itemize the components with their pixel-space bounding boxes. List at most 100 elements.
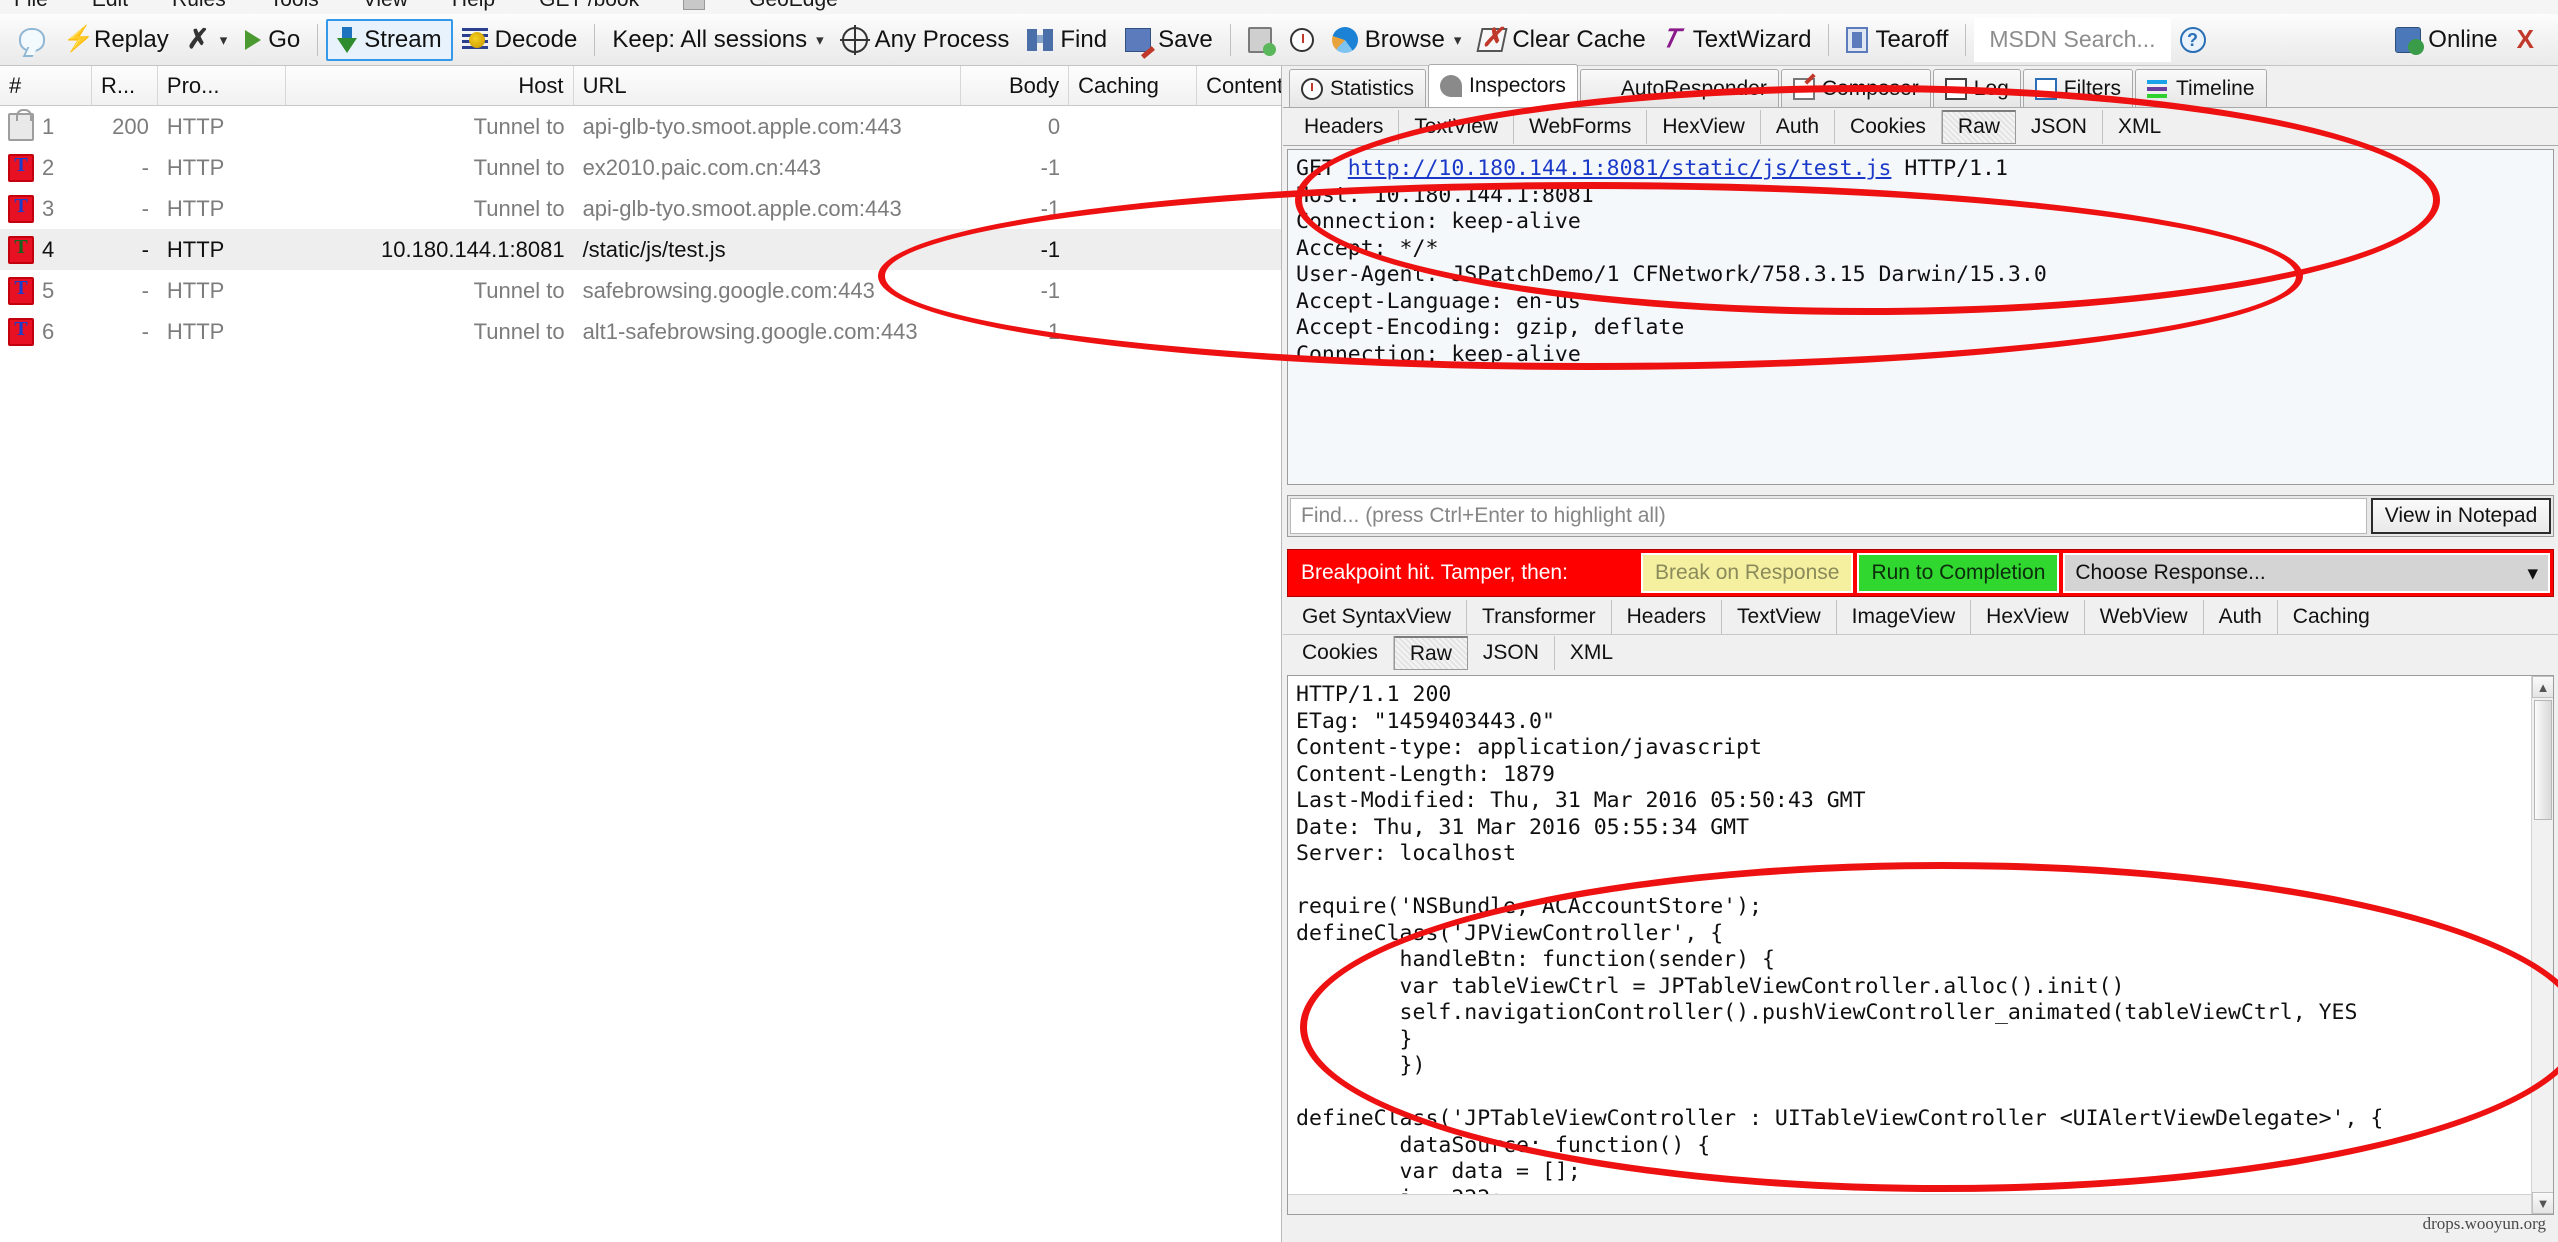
response-raw-view[interactable]: HTTP/1.1 200 ETag: "1459403443.0" Conten…	[1287, 675, 2554, 1215]
breakpoint-bar: Breakpoint hit. Tamper, then: Break on R…	[1287, 549, 2554, 597]
response-tab-cookies[interactable]: Cookies	[1287, 636, 1394, 670]
request-tab-auth[interactable]: Auth	[1761, 110, 1835, 144]
request-tab-headers[interactable]: Headers	[1289, 110, 1399, 144]
tab-statistics[interactable]: Statistics	[1289, 69, 1426, 107]
request-tab-textview[interactable]: TextView	[1399, 110, 1514, 144]
response-tab-caching[interactable]: Caching	[2278, 600, 2385, 634]
help-button[interactable]: ?	[2171, 19, 2215, 61]
column-header-protocol[interactable]: Pro...	[158, 66, 286, 105]
browse-button[interactable]: Browse ▾	[1323, 19, 1471, 61]
table-row[interactable]: 4-HTTP10.180.144.1:8081/static/js/test.j…	[0, 229, 1281, 270]
response-tab-get-syntaxview[interactable]: Get SyntaxView	[1287, 600, 1467, 634]
response-tab-webview[interactable]: WebView	[2085, 600, 2204, 634]
online-button[interactable]: Online	[2386, 19, 2506, 61]
go-button[interactable]: Go	[236, 19, 309, 61]
response-tab-json[interactable]: JSON	[1468, 636, 1555, 670]
decode-button[interactable]: Decode	[453, 19, 587, 61]
textwizard-button[interactable]: 𝑇 TextWizard	[1655, 19, 1821, 61]
response-horizontal-scrollbar[interactable]	[1288, 1194, 2531, 1214]
session-caching	[1069, 229, 1197, 270]
column-header-result[interactable]: R...	[92, 66, 158, 105]
column-header-caching[interactable]: Caching	[1069, 66, 1197, 105]
tab-log[interactable]: Log	[1933, 69, 2021, 107]
clear-cache-button[interactable]: Clear Cache	[1470, 19, 1654, 61]
menu-item-geoedge[interactable]: GeoEdge	[749, 0, 838, 12]
session-host: Tunnel to	[286, 147, 574, 188]
column-header-content-type[interactable]: Content-Ty	[1197, 66, 1281, 105]
menu-item-getbook[interactable]: GET /book	[539, 0, 639, 12]
response-tab-imageview[interactable]: ImageView	[1837, 600, 1972, 634]
tab-label: Timeline	[2176, 77, 2255, 101]
response-tab-auth[interactable]: Auth	[2204, 600, 2278, 634]
choose-response-dropdown[interactable]: Choose Response... ▾	[2063, 553, 2550, 593]
menu-item-file[interactable]: File	[14, 0, 48, 12]
session-url: ex2010.paic.com.cn:443	[574, 147, 962, 188]
session-content-type	[1197, 311, 1281, 352]
session-result: -	[92, 229, 158, 270]
tab-inspectors[interactable]: Inspectors	[1428, 64, 1578, 107]
response-tab-hexview[interactable]: HexView	[1971, 600, 2084, 634]
remove-button[interactable]: ✗ ▾	[178, 19, 237, 61]
session-result: -	[92, 311, 158, 352]
tearoff-button[interactable]: Tearoff	[1837, 19, 1957, 61]
session-body: 0	[961, 106, 1069, 147]
response-tab-headers[interactable]: Headers	[1612, 600, 1722, 634]
comment-button[interactable]	[10, 19, 54, 61]
request-tab-webforms[interactable]: WebForms	[1514, 110, 1647, 144]
menu-item-help[interactable]: Help	[452, 0, 495, 12]
table-row[interactable]: 1200HTTPTunnel toapi-glb-tyo.smoot.apple…	[0, 106, 1281, 147]
find-button[interactable]: Find	[1018, 19, 1116, 61]
stream-button[interactable]: Stream	[326, 19, 452, 61]
scrollbar-thumb[interactable]	[2534, 700, 2552, 820]
chevron-down-icon: ▾	[816, 31, 824, 49]
tab-timeline[interactable]: Timeline	[2135, 69, 2267, 107]
request-tab-raw[interactable]: Raw	[1942, 110, 2016, 144]
request-tab-xml[interactable]: XML	[2103, 110, 2176, 144]
timer-button[interactable]	[1281, 19, 1323, 61]
view-in-notepad-button[interactable]: View in Notepad	[2371, 498, 2551, 534]
break-on-response-button[interactable]: Break on Response	[1641, 553, 1853, 593]
request-tab-cookies[interactable]: Cookies	[1835, 110, 1942, 144]
table-row[interactable]: 2-HTTPTunnel toex2010.paic.com.cn:443-1	[0, 147, 1281, 188]
timeline-icon	[2147, 78, 2169, 100]
msdn-search-input[interactable]: MSDN Search...	[1974, 18, 2170, 62]
request-method: GET	[1296, 156, 1348, 181]
column-header-host[interactable]: Host	[286, 66, 574, 105]
table-row[interactable]: 6-HTTPTunnel toalt1-safebrowsing.google.…	[0, 311, 1281, 352]
menu-item-view[interactable]: View	[363, 0, 408, 12]
breakpoint-icon	[8, 195, 34, 223]
find-input[interactable]: Find... (press Ctrl+Enter to highlight a…	[1290, 498, 2367, 534]
save-disk-icon	[1125, 28, 1151, 52]
clipboard-button[interactable]	[1239, 19, 1281, 61]
any-process-button[interactable]: Any Process	[833, 19, 1019, 61]
response-tab-textview[interactable]: TextView	[1722, 600, 1837, 634]
menu-item-edit[interactable]: Edit	[92, 0, 128, 12]
request-url-link[interactable]: http://10.180.144.1:8081/static/js/test.…	[1348, 156, 1892, 181]
scroll-up-arrow-icon[interactable]: ▲	[2532, 676, 2554, 698]
tab-autoresponder[interactable]: AutoResponder	[1580, 69, 1779, 107]
menu-item-tools[interactable]: Tools	[270, 0, 319, 12]
tab-composer[interactable]: Composer	[1781, 69, 1931, 107]
response-tab-raw[interactable]: Raw	[1394, 636, 1468, 670]
keep-sessions-dropdown[interactable]: Keep: All sessions ▾	[603, 19, 832, 61]
menu-item-rules[interactable]: Rules	[172, 0, 226, 12]
request-tab-hexview[interactable]: HexView	[1647, 110, 1760, 144]
column-header-body[interactable]: Body	[961, 66, 1069, 105]
column-header-num[interactable]: #	[0, 66, 92, 105]
request-raw-view[interactable]: GET http://10.180.144.1:8081/static/js/t…	[1287, 149, 2554, 485]
table-row[interactable]: 3-HTTPTunnel toapi-glb-tyo.smoot.apple.c…	[0, 188, 1281, 229]
save-button[interactable]: Save	[1116, 19, 1222, 61]
run-to-completion-button[interactable]: Run to Completion	[1857, 553, 2059, 593]
scroll-down-arrow-icon[interactable]: ▼	[2532, 1192, 2554, 1214]
response-tab-xml[interactable]: XML	[1555, 636, 1628, 670]
log-icon	[1945, 78, 1967, 100]
request-tab-json[interactable]: JSON	[2016, 110, 2103, 144]
table-row[interactable]: 5-HTTPTunnel tosafebrowsing.google.com:4…	[0, 270, 1281, 311]
response-vertical-scrollbar[interactable]: ▲ ▼	[2531, 676, 2553, 1214]
close-button[interactable]: X	[2507, 24, 2548, 55]
column-header-url[interactable]: URL	[574, 66, 962, 105]
replay-button[interactable]: ⚡ Replay	[54, 19, 178, 61]
request-http-version: HTTP/1.1	[1891, 156, 2008, 181]
tab-filters[interactable]: Filters	[2023, 69, 2133, 107]
response-tab-transformer[interactable]: Transformer	[1467, 600, 1612, 634]
